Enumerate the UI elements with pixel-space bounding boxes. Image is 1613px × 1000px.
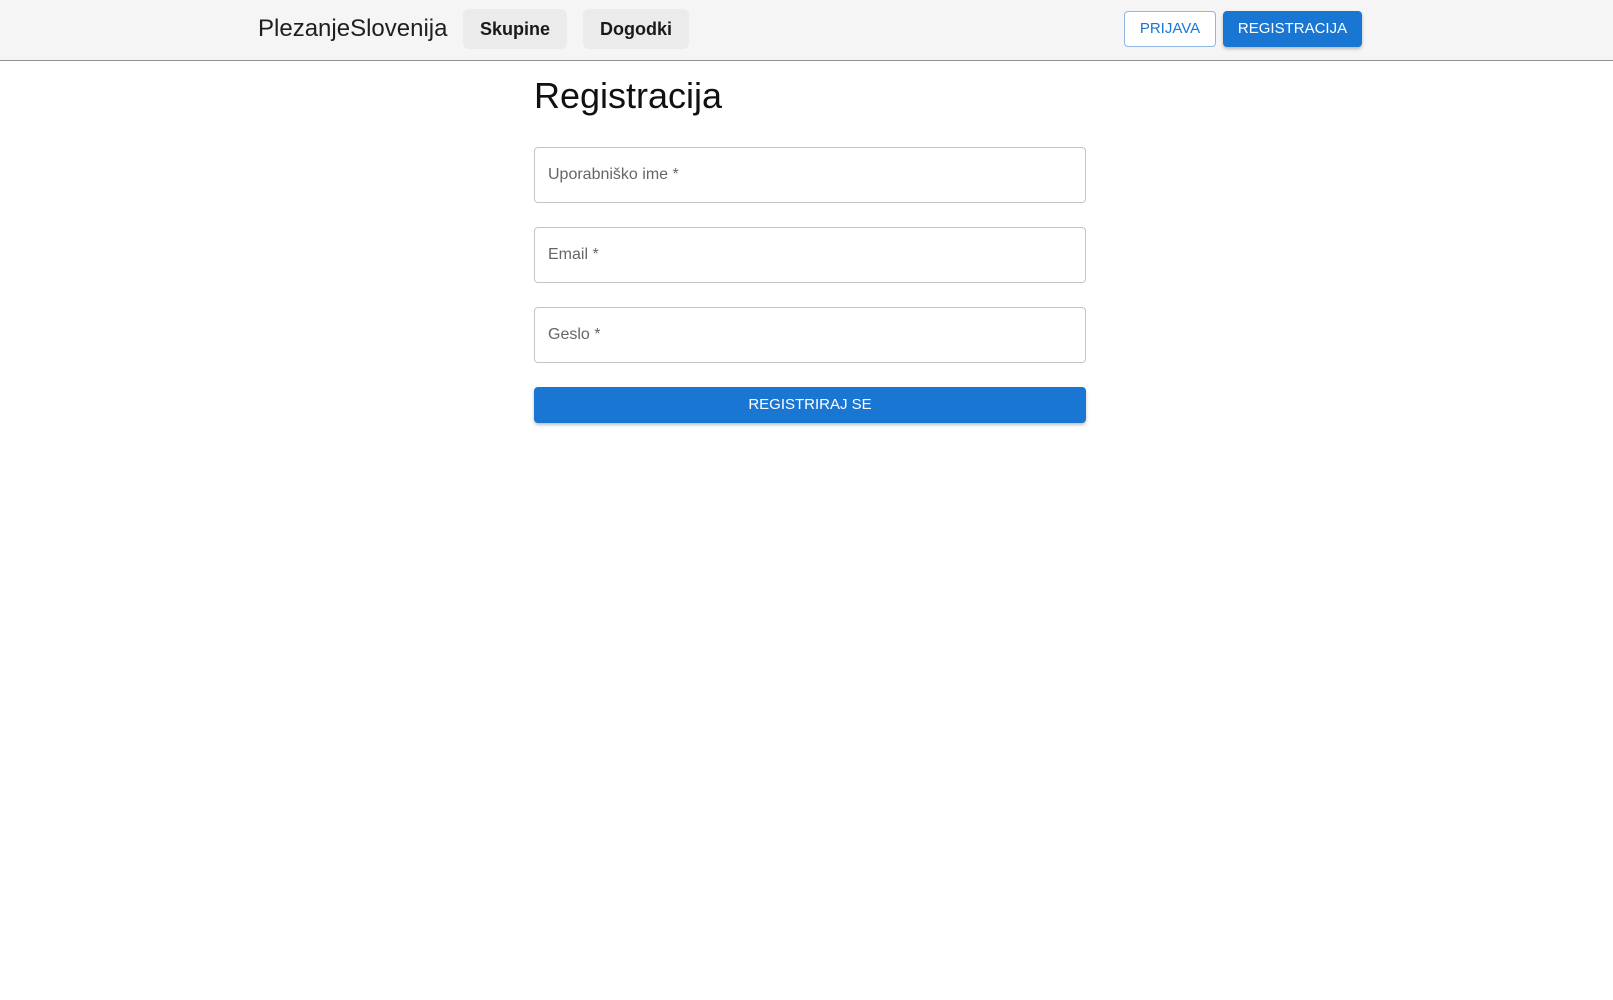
nav-link-dogodki[interactable]: Dogodki	[583, 9, 689, 49]
password-label: Geslo *	[548, 326, 601, 343]
username-label: Uporabniško ime *	[548, 166, 679, 183]
email-label: Email *	[548, 246, 599, 263]
register-nav-button[interactable]: REGISTRACIJA	[1223, 11, 1362, 47]
submit-register-button[interactable]: REGISTRIRAJ SE	[534, 387, 1086, 423]
brand-logo-text[interactable]: PlezanjeSlovenija	[258, 14, 447, 44]
top-navbar: PlezanjeSlovenija Skupine Dogodki PRIJAV…	[0, 0, 1613, 61]
username-field[interactable]: Uporabniško ime *	[534, 147, 1086, 203]
password-field[interactable]: Geslo *	[534, 307, 1086, 363]
page-title: Registracija	[534, 75, 723, 116]
login-button[interactable]: PRIJAVA	[1124, 11, 1216, 47]
nav-link-skupine[interactable]: Skupine	[463, 9, 567, 49]
email-field[interactable]: Email *	[534, 227, 1086, 283]
